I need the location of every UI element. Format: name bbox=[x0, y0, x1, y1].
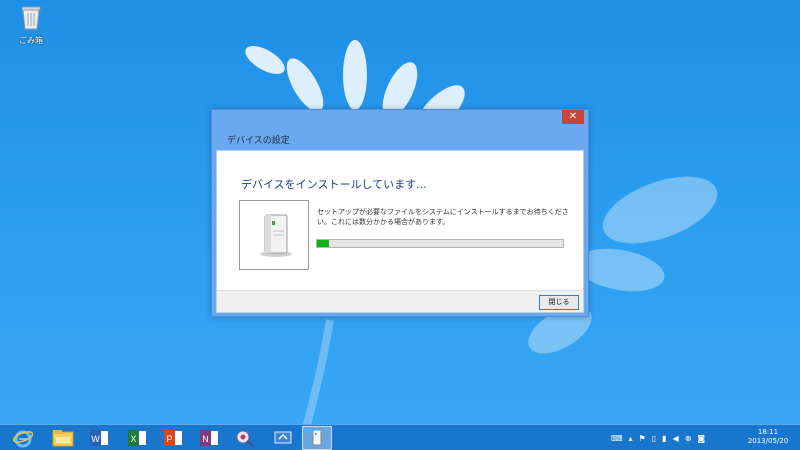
dialog-content: デバイスをインストールしています... セットアップが必要なファイルをシステムに… bbox=[216, 150, 584, 313]
install-heading: デバイスをインストールしています... bbox=[241, 178, 427, 191]
taskbar-excel[interactable]: X bbox=[122, 426, 152, 450]
recycle-bin[interactable]: ごみ箱 bbox=[14, 4, 48, 46]
power-icon[interactable]: ▯ bbox=[652, 434, 656, 443]
excel-icon: X bbox=[128, 430, 146, 446]
keyboard-icon[interactable]: ⌨ bbox=[611, 434, 623, 443]
close-icon: ✕ bbox=[568, 111, 578, 122]
clock-time: 18:11 bbox=[757, 428, 779, 436]
install-progress-bar bbox=[316, 239, 564, 248]
progress-fill bbox=[317, 240, 330, 247]
device-settings-dialog: デバイスの設定 ✕ デバイスをインストールしています... セットアップが必要な… bbox=[211, 109, 589, 317]
volume-icon[interactable]: ◀ bbox=[673, 434, 679, 443]
onenote-icon: N bbox=[200, 430, 218, 446]
clock-date: 2013/05/20 bbox=[747, 437, 789, 445]
remote-desktop-icon bbox=[274, 431, 292, 444]
internet-explorer-icon bbox=[13, 430, 33, 448]
dialog-footer: 閉じる bbox=[217, 290, 583, 312]
taskbar-onenote[interactable]: N bbox=[194, 426, 224, 450]
powerpoint-icon: P bbox=[164, 430, 182, 446]
close-window-button[interactable]: ✕ bbox=[562, 110, 584, 124]
recycle-bin-icon bbox=[21, 6, 41, 30]
network-signal-icon[interactable]: ▮ bbox=[662, 434, 666, 443]
taskbar: W X P N ⌨ ▴ ⚑ ▯ ▮ ◀ ⊗ ◙ 18:11 2013/05/20 bbox=[0, 424, 800, 450]
taskbar-network-tool[interactable] bbox=[230, 426, 260, 450]
file-explorer-icon bbox=[52, 430, 74, 447]
install-description: セットアップが必要なファイルをシステムにインストールするまでお待ちください。これ… bbox=[317, 208, 569, 226]
dialog-titlebar[interactable]: デバイスの設定 ✕ bbox=[212, 110, 588, 150]
device-icon bbox=[260, 214, 292, 257]
show-hidden-icons-icon[interactable]: ▴ bbox=[629, 434, 633, 443]
recycle-bin-label: ごみ箱 bbox=[19, 36, 43, 45]
system-tray: ⌨ ▴ ⚑ ▯ ▮ ◀ ⊗ ◙ bbox=[608, 425, 708, 450]
taskbar-clock[interactable]: 18:11 2013/05/20 bbox=[742, 428, 794, 446]
svg-text:X: X bbox=[130, 434, 136, 444]
taskbar-remote-desktop[interactable] bbox=[268, 426, 298, 450]
dialog-title: デバイスの設定 bbox=[227, 136, 290, 146]
device-setup-icon bbox=[312, 429, 322, 446]
close-button[interactable]: 閉じる bbox=[539, 295, 579, 310]
ime-status-icon[interactable]: ⊗ bbox=[685, 434, 692, 443]
taskbar-file-explorer[interactable] bbox=[48, 426, 78, 450]
taskbar-device-setup[interactable] bbox=[302, 426, 332, 450]
svg-text:W: W bbox=[91, 434, 100, 444]
taskbar-internet-explorer[interactable] bbox=[8, 426, 38, 450]
device-image bbox=[239, 200, 309, 270]
taskbar-powerpoint[interactable]: P bbox=[158, 426, 188, 450]
svg-text:P: P bbox=[166, 434, 172, 444]
action-center-flag-icon[interactable]: ⚑ bbox=[639, 434, 646, 443]
ime-mode-icon[interactable]: ◙ bbox=[697, 434, 705, 443]
network-tool-icon bbox=[236, 430, 254, 447]
word-icon: W bbox=[90, 430, 108, 446]
svg-text:N: N bbox=[202, 434, 209, 444]
taskbar-word[interactable]: W bbox=[84, 426, 114, 450]
